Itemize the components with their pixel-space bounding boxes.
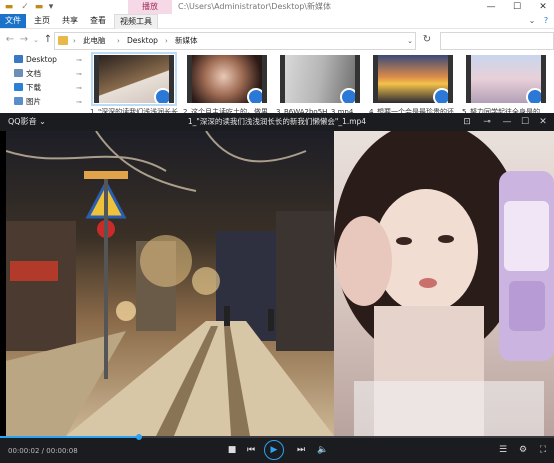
- refresh-icon[interactable]: ↻: [420, 33, 434, 47]
- pin-icon: ⊸: [76, 70, 82, 78]
- new-folder-icon[interactable]: ▬: [34, 2, 44, 12]
- play-button[interactable]: ▶: [264, 440, 284, 460]
- file-explorer-window: ▬ ✓ ▬ ▾ 播放 C:\Users\Administrator\Deskto…: [0, 0, 554, 120]
- minimize-icon[interactable]: —: [482, 0, 500, 14]
- up-arrow-icon[interactable]: ↑: [42, 33, 54, 47]
- video-frame[interactable]: [0, 131, 554, 436]
- pin-icon: ⊸: [76, 56, 82, 64]
- explorer-path-title: C:\Users\Administrator\Desktop\新媒体: [178, 2, 331, 11]
- video-badge-icon: [154, 88, 169, 103]
- stop-icon[interactable]: ■: [225, 443, 239, 457]
- video-file-thumbnail[interactable]: [466, 55, 546, 103]
- maximize-icon[interactable]: ☐: [508, 0, 526, 14]
- playback-control-bar: 00:00:02 / 00:00:08 ■ ⏮ ▶ ⏭ 🔈 ☰ ⚙ ⛶: [0, 434, 554, 463]
- address-row: ← → ⌄ ↑ › 此电脑 › Desktop › 新媒体 ⌄ ↻: [0, 29, 554, 51]
- close-icon[interactable]: ✕: [536, 115, 550, 129]
- recent-dropdown-icon[interactable]: ⌄: [30, 33, 42, 47]
- context-tab-play[interactable]: 播放: [128, 0, 172, 14]
- close-icon[interactable]: ✕: [534, 0, 552, 14]
- tab-file[interactable]: 文件: [0, 14, 26, 28]
- previous-icon[interactable]: ⏮: [244, 443, 258, 457]
- pin-on-top-icon[interactable]: ⊸: [480, 115, 494, 129]
- playlist-icon[interactable]: ☰: [496, 443, 510, 457]
- nav-item-label: 图片: [26, 97, 41, 106]
- folder-icon: [58, 36, 68, 45]
- breadcrumb-new-media[interactable]: 新媒体: [175, 33, 198, 49]
- properties-icon[interactable]: ✓: [20, 2, 30, 12]
- volume-icon[interactable]: 🔈: [316, 443, 330, 457]
- breadcrumb-separator-icon: ›: [165, 37, 168, 45]
- video-file-thumbnail[interactable]: [373, 55, 453, 103]
- nav-item-label: 下载: [26, 83, 41, 92]
- player-app-menu[interactable]: QQ影音 ⌄: [8, 113, 46, 131]
- video-file-thumbnail[interactable]: [91, 52, 177, 106]
- player-title-bar: 1_"深深的读我们浅浅润长长的新我们懒懒会"_1.mp4 QQ影音 ⌄ ⊡ ⊸ …: [0, 113, 554, 131]
- nav-item-desktop[interactable]: Desktop ⊸: [14, 53, 82, 67]
- play-icon: ▶: [270, 445, 278, 455]
- downloads-icon: [14, 83, 23, 91]
- breadcrumb-separator-icon: ›: [73, 37, 76, 45]
- nav-item-pictures[interactable]: 图片 ⊸: [14, 95, 82, 109]
- video-badge-icon: [526, 88, 541, 103]
- video-badge-icon: [433, 88, 448, 103]
- tab-home[interactable]: 主页: [30, 14, 54, 28]
- navigation-pane: Desktop ⊸ 文档 ⊸ 下载 ⊸ 图片 ⊸: [0, 51, 82, 120]
- ribbon-tabs: 文件 主页 共享 查看 视频工具 ⌄ ?: [0, 14, 554, 29]
- pin-icon: ⊸: [76, 98, 82, 106]
- progress-bar[interactable]: [0, 434, 554, 440]
- breadcrumb-separator-icon: ›: [117, 37, 120, 45]
- maximize-icon[interactable]: ☐: [518, 115, 532, 129]
- video-file-thumbnail[interactable]: [187, 55, 267, 103]
- progress-handle[interactable]: [136, 434, 142, 440]
- pin-icon: ⊸: [76, 84, 82, 92]
- file-list-pane: 1_"深深的读我们浅浅润长长 2_这个月主读吃土的，做男 3_B6WA2bo5H…: [86, 51, 554, 120]
- progress-fill: [0, 436, 139, 438]
- pictures-icon: [14, 97, 23, 105]
- tab-view[interactable]: 查看: [86, 14, 110, 28]
- tools-icon[interactable]: ⚙: [516, 443, 530, 457]
- fullscreen-icon[interactable]: ⛶: [536, 443, 550, 457]
- video-badge-icon: [247, 88, 262, 103]
- next-icon[interactable]: ⏭: [294, 443, 308, 457]
- nav-item-label: Desktop: [26, 55, 57, 64]
- explorer-title-bar: ▬ ✓ ▬ ▾ 播放 C:\Users\Administrator\Deskto…: [0, 0, 554, 14]
- playback-time: 00:00:02 / 00:00:08: [8, 447, 78, 455]
- app-name: QQ影音: [8, 117, 37, 126]
- video-badge-icon: [340, 88, 355, 103]
- forward-arrow-icon[interactable]: →: [18, 33, 30, 47]
- nav-item-label: 文档: [26, 69, 41, 78]
- breadcrumb-desktop[interactable]: Desktop: [127, 33, 158, 49]
- video-player-window: 1_"深深的读我们浅浅润长长的新我们懒懒会"_1.mp4 QQ影音 ⌄ ⊡ ⊸ …: [0, 113, 554, 463]
- video-scene-portrait: [334, 131, 554, 436]
- portrait-illustration: [334, 131, 554, 436]
- nav-item-documents[interactable]: 文档 ⊸: [14, 67, 82, 81]
- nav-item-downloads[interactable]: 下载 ⊸: [14, 81, 82, 95]
- documents-icon: [14, 69, 23, 77]
- search-input[interactable]: [440, 32, 554, 50]
- address-dropdown-icon[interactable]: ⌄: [407, 33, 413, 49]
- chevron-down-icon: ⌄: [39, 117, 46, 126]
- video-file-thumbnail[interactable]: [280, 55, 360, 103]
- desktop-folder-icon: [14, 55, 23, 63]
- breadcrumb-this-pc[interactable]: 此电脑: [83, 33, 106, 49]
- ribbon-expand-icon[interactable]: ⌄: [526, 14, 538, 28]
- tab-video-tools[interactable]: 视频工具: [114, 14, 158, 29]
- back-arrow-icon[interactable]: ←: [4, 33, 16, 47]
- tab-share[interactable]: 共享: [58, 14, 82, 28]
- folder-icon: ▬: [4, 2, 14, 12]
- video-scene-street: [6, 131, 334, 436]
- street-scene-illustration: [6, 131, 334, 436]
- help-icon[interactable]: ?: [540, 14, 552, 28]
- address-bar[interactable]: › 此电脑 › Desktop › 新媒体 ⌄: [54, 32, 416, 50]
- quick-access-dropdown-icon[interactable]: ▾: [46, 2, 56, 12]
- minimize-icon[interactable]: —: [500, 115, 514, 129]
- screenshot-icon[interactable]: ⊡: [460, 115, 474, 129]
